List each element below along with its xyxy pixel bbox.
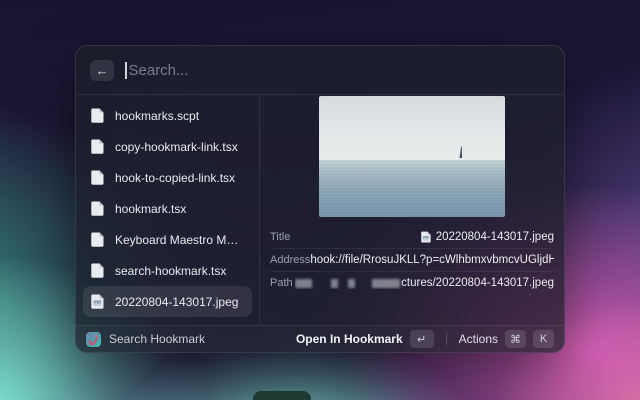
preview-container <box>260 95 564 226</box>
metadata-value-link[interactable]: hook://file/RrosuJKLL?p=cWlhbmxvbmcvUGlj… <box>310 254 554 266</box>
list-item[interactable]: hookmarks.scpt <box>83 100 252 131</box>
search-bar: ← Search... <box>76 46 564 94</box>
image-file-icon <box>421 231 431 243</box>
metadata-label: Address <box>270 254 310 266</box>
redacted-blur <box>331 279 338 288</box>
search-input[interactable]: Search... <box>129 62 189 79</box>
metadata-row-title: Title 20220804-143017.jpeg <box>270 226 554 248</box>
content-area: hookmarks.scpt copy-hookmark-link.tsx ho… <box>76 95 564 325</box>
result-list: hookmarks.scpt copy-hookmark-link.tsx ho… <box>76 95 259 325</box>
list-item-selected[interactable]: 20220804-143017.jpeg <box>83 286 252 317</box>
actions-label: Actions <box>459 332 498 346</box>
list-item-label: copy-hookmark-link.tsx <box>115 140 238 154</box>
command-title: Search Hookmark <box>109 332 205 346</box>
return-key-icon: ↵ <box>410 330 434 348</box>
document-icon <box>91 170 104 185</box>
list-item[interactable]: hookmark.tsx <box>83 193 252 224</box>
detail-panel: Title 20220804-143017.jpeg Address hook:… <box>260 95 564 325</box>
primary-action-label: Open In Hookmark <box>296 332 403 346</box>
redacted-blur <box>348 279 355 288</box>
hookmark-app-icon <box>86 332 101 347</box>
document-icon <box>91 232 104 247</box>
document-icon <box>91 263 104 278</box>
k-key-icon: K <box>533 330 554 348</box>
metadata-value: 20220804-143017.jpeg <box>436 231 554 243</box>
document-icon <box>91 108 104 123</box>
list-item-label: 20220804-143017.jpeg <box>115 295 238 309</box>
list-item-label: Keyboard Maestro Macros.k... <box>115 233 244 247</box>
list-item[interactable]: package.json <box>83 317 252 325</box>
divider <box>446 333 447 345</box>
command-key-icon: ⌘ <box>505 330 526 348</box>
list-item-label: hookmarks.scpt <box>115 109 199 123</box>
preview-sea <box>319 160 505 217</box>
actions-menu-button[interactable]: Actions ⌘ K <box>459 330 554 348</box>
document-icon <box>91 201 104 216</box>
preview-sky <box>319 96 505 160</box>
metadata-label: Path <box>270 277 293 289</box>
list-item-label: hook-to-copied-link.tsx <box>115 171 235 185</box>
list-item-label: hookmark.tsx <box>115 202 186 216</box>
document-icon <box>91 139 104 154</box>
redacted-blur <box>372 279 400 288</box>
list-item[interactable]: Keyboard Maestro Macros.k... <box>83 224 252 255</box>
action-bar: Search Hookmark Open In Hookmark ↵ Actio… <box>76 326 564 352</box>
dock-peek-element <box>253 391 311 400</box>
launcher-window: ← Search... hookmarks.scpt copy-hookmark… <box>75 45 565 353</box>
metadata-list: Title 20220804-143017.jpeg Address hook:… <box>260 226 564 294</box>
image-preview <box>319 96 505 217</box>
metadata-value: ctures/20220804-143017.jpeg <box>401 277 554 289</box>
metadata-label: Title <box>270 231 290 243</box>
back-button[interactable]: ← <box>90 60 114 81</box>
list-item[interactable]: search-hookmark.tsx <box>83 255 252 286</box>
primary-action-button[interactable]: Open In Hookmark ↵ <box>296 330 434 348</box>
redacted-blur <box>295 279 312 288</box>
list-item[interactable]: copy-hookmark-link.tsx <box>83 131 252 162</box>
text-caret <box>125 62 127 79</box>
hook-icon <box>87 333 100 346</box>
metadata-row-path: Path ctures/20220804-143017.jpeg <box>270 271 554 294</box>
metadata-row-address: Address hook://file/RrosuJKLL?p=cWlhbmxv… <box>270 248 554 271</box>
list-item[interactable]: hook-to-copied-link.tsx <box>83 162 252 193</box>
list-item-label: search-hookmark.tsx <box>115 264 226 278</box>
back-arrow-icon: ← <box>96 63 109 78</box>
image-file-icon <box>91 294 104 309</box>
